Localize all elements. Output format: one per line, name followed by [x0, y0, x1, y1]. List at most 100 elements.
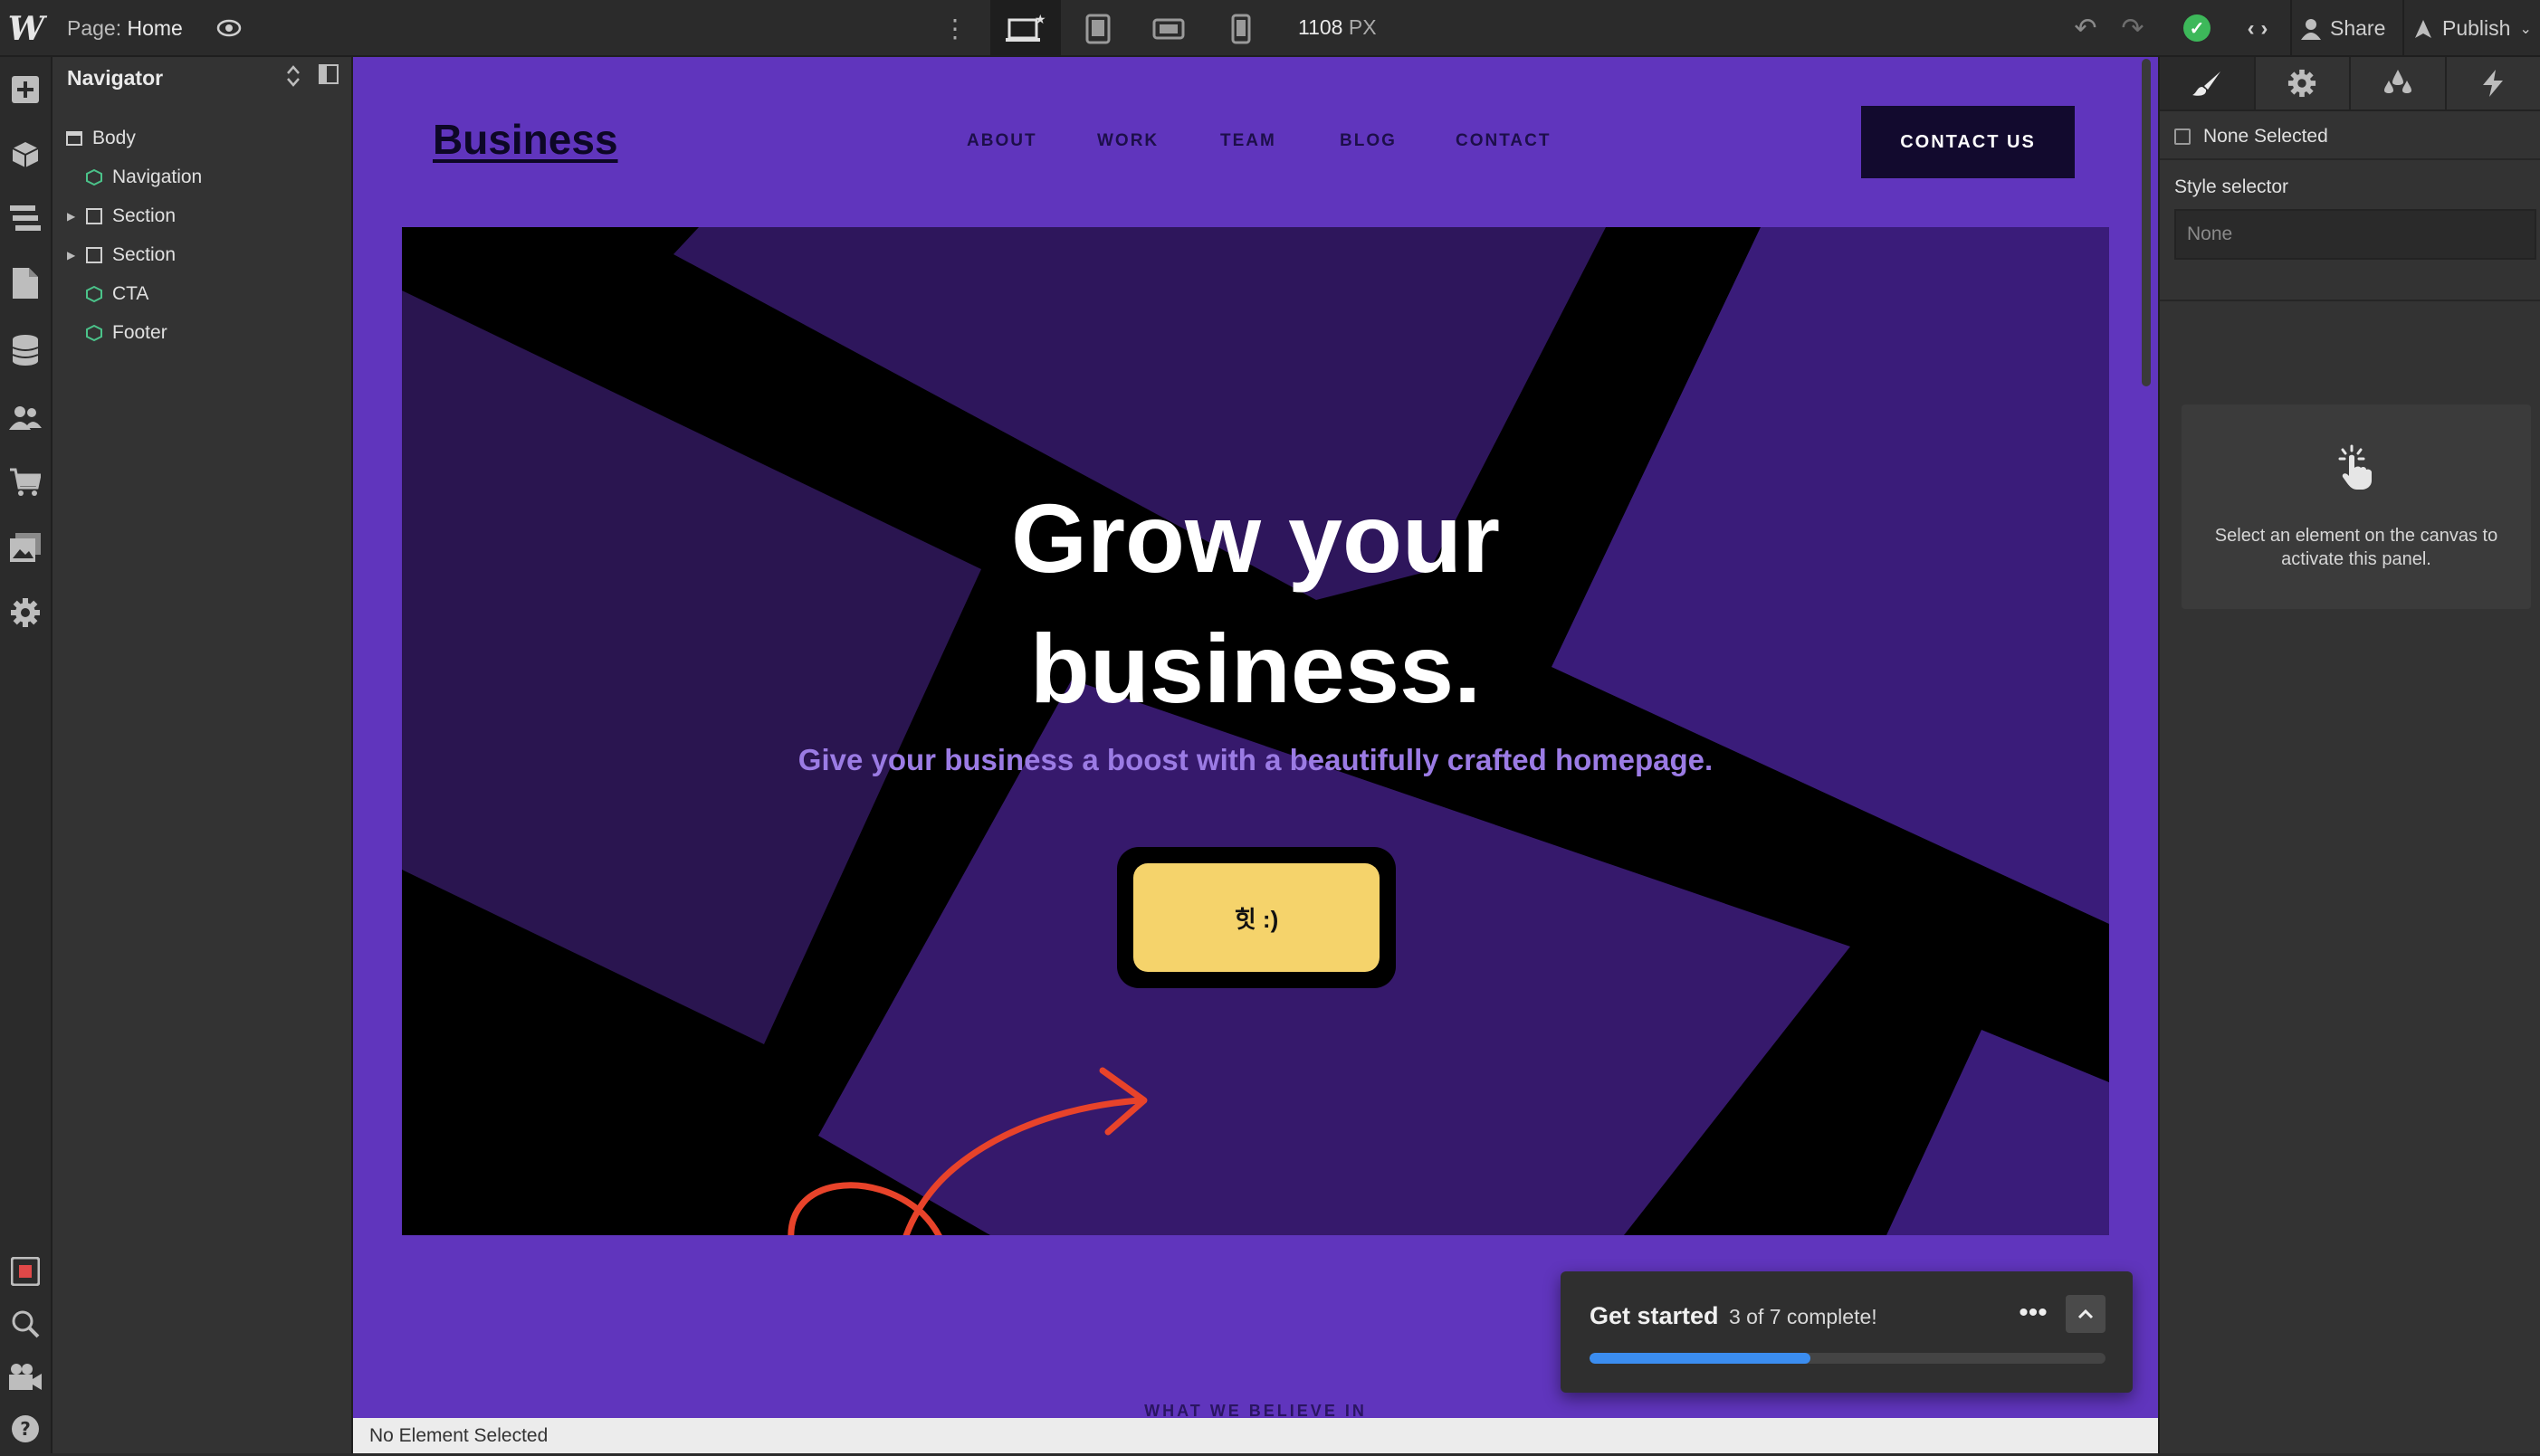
top-bar: W Page: Home ⋮ ★ 1108 PX ↶ ↷ ✓ ‹ › Share — [0, 0, 2540, 57]
more-vertical-icon[interactable]: ⋮ — [941, 0, 969, 57]
tab-style[interactable] — [2160, 57, 2256, 109]
get-started-widget[interactable]: Get started 3 of 7 complete! ••• — [1561, 1271, 2133, 1393]
curly-arrow-icon — [764, 861, 1153, 1235]
mobile-portrait-breakpoint-icon[interactable] — [1206, 0, 1276, 57]
tree-item-label: Navigation — [112, 167, 202, 188]
svg-text:?: ? — [20, 1418, 31, 1440]
tree-item-label: CTA — [112, 283, 148, 305]
redo-icon[interactable]: ↷ — [2116, 0, 2149, 57]
collapse-chevron-up-icon[interactable] — [2066, 1295, 2106, 1333]
saved-check-icon[interactable]: ✓ — [2183, 14, 2211, 42]
add-panel-icon[interactable] — [0, 62, 51, 117]
publish-button[interactable]: Publish ⌄ — [2413, 0, 2532, 57]
hero-title: Grow your business. — [402, 473, 2109, 734]
preview-eye-icon[interactable] — [215, 16, 243, 40]
site-nav-team[interactable]: TEAM — [1220, 131, 1276, 151]
tablet-breakpoint-icon[interactable] — [1063, 0, 1133, 57]
style-selector-input[interactable]: None — [2174, 209, 2536, 260]
style-selector-label: Style selector — [2174, 176, 2288, 198]
expand-arrow-icon[interactable]: ▶ — [67, 210, 80, 223]
get-started-title: Get started — [1590, 1302, 1719, 1330]
video-tutorials-icon[interactable] — [0, 1349, 51, 1404]
assets-images-icon[interactable] — [0, 520, 51, 575]
audit-panel-icon[interactable] — [0, 1244, 51, 1299]
publish-label: Publish — [2442, 16, 2510, 41]
site-nav-work[interactable]: WORK — [1097, 131, 1159, 151]
expand-arrow-icon[interactable]: ▶ — [67, 249, 80, 262]
tree-item-label: Footer — [112, 322, 167, 344]
site-nav-contact[interactable]: CONTACT — [1456, 131, 1551, 151]
empty-state-hint: Select an element on the canvas to activ… — [2182, 404, 2531, 609]
tab-settings[interactable] — [2256, 57, 2352, 109]
search-icon[interactable] — [0, 1297, 51, 1351]
tab-style-manager[interactable] — [2351, 57, 2447, 109]
divider — [2290, 0, 2292, 57]
tree-item-label: Section — [112, 205, 176, 227]
chevron-down-icon: ⌄ — [2519, 20, 2531, 38]
user-icon — [2301, 18, 2321, 40]
tree-item-navigation[interactable]: Navigation — [53, 159, 351, 195]
get-started-progress-bar — [1590, 1353, 2106, 1364]
hero-subtitle: Give your business a boost with a beauti… — [402, 743, 2109, 777]
site-nav-blog[interactable]: BLOG — [1340, 131, 1397, 151]
desktop-breakpoint-icon[interactable]: ★ — [990, 0, 1061, 57]
site-nav-about[interactable]: ABOUT — [967, 131, 1037, 151]
canvas-scrollbar[interactable] — [2142, 59, 2151, 386]
status-bar: No Element Selected — [353, 1418, 2158, 1453]
page-prefix: Page: — [67, 16, 121, 40]
tree-item-body[interactable]: Body — [53, 120, 351, 157]
section-icon — [85, 246, 103, 264]
pages-icon[interactable] — [0, 256, 51, 310]
design-canvas[interactable]: Business ABOUT WORK TEAM BLOG CONTACT CO… — [353, 57, 2158, 1418]
panel-tabs — [2160, 57, 2540, 111]
tree-item-section[interactable]: ▶ Section — [53, 237, 351, 273]
users-icon[interactable] — [0, 390, 51, 444]
ecommerce-cart-icon[interactable] — [0, 455, 51, 509]
canvas-width-unit: PX — [1349, 15, 1377, 39]
webflow-logo[interactable]: W — [0, 0, 53, 57]
divider — [2402, 0, 2404, 57]
body-icon — [65, 129, 83, 148]
rocket-icon — [2413, 19, 2433, 39]
undo-icon[interactable]: ↶ — [2069, 0, 2102, 57]
expand-collapse-icon[interactable] — [286, 64, 301, 88]
tree-item-footer[interactable]: Footer — [53, 315, 351, 351]
share-button[interactable]: Share — [2301, 0, 2385, 57]
gear-icon — [2287, 69, 2316, 98]
divider — [2160, 300, 2540, 301]
component-icon — [85, 324, 103, 342]
page-selector[interactable]: Page: Home — [67, 16, 183, 41]
svg-text:★: ★ — [1035, 13, 1046, 27]
canvas-width-value: 1108 — [1298, 15, 1342, 39]
hero-title-line-2: business. — [402, 604, 2109, 734]
contact-us-button[interactable]: CONTACT US — [1861, 106, 2075, 178]
symbols-box-icon[interactable] — [0, 128, 51, 182]
selection-label: None Selected — [2203, 126, 2328, 148]
page-name: Home — [128, 16, 183, 40]
empty-state-text: Select an element on the canvas to activ… — [2182, 524, 2531, 571]
hero-button[interactable]: 힛 :) — [1133, 863, 1380, 972]
divider — [2160, 158, 2540, 160]
settings-gear-icon[interactable] — [0, 585, 51, 640]
help-icon[interactable]: ? — [0, 1402, 51, 1456]
paintbrush-icon — [2191, 70, 2222, 97]
drops-icon — [2383, 70, 2412, 97]
tree-item-section[interactable]: ▶ Section — [53, 198, 351, 234]
style-panel: None Selected Style selector None Select… — [2158, 57, 2540, 1453]
component-icon — [85, 285, 103, 303]
code-export-icon[interactable]: ‹ › — [2239, 0, 2276, 57]
dock-panel-icon[interactable] — [319, 64, 339, 84]
next-section-heading: WHAT WE BELIEVE IN — [353, 1402, 2158, 1418]
tree-item-cta[interactable]: CTA — [53, 276, 351, 312]
selection-checkbox — [2174, 128, 2191, 145]
mobile-landscape-breakpoint-icon[interactable] — [1133, 0, 1204, 57]
more-options-icon[interactable]: ••• — [2013, 1293, 2053, 1333]
cms-database-icon[interactable] — [0, 323, 51, 377]
tab-interactions[interactable] — [2447, 57, 2540, 109]
navigator-panel: Navigator Body Navigation ▶ Section ▶ Se… — [53, 57, 353, 1453]
hero-section[interactable]: Grow your business. Give your business a… — [402, 227, 2109, 1235]
site-brand-logo[interactable]: Business — [433, 115, 618, 164]
get-started-progress-fill — [1590, 1353, 1810, 1364]
navigator-layers-icon[interactable] — [0, 191, 51, 245]
get-started-progress-text: 3 of 7 complete! — [1729, 1305, 1877, 1329]
